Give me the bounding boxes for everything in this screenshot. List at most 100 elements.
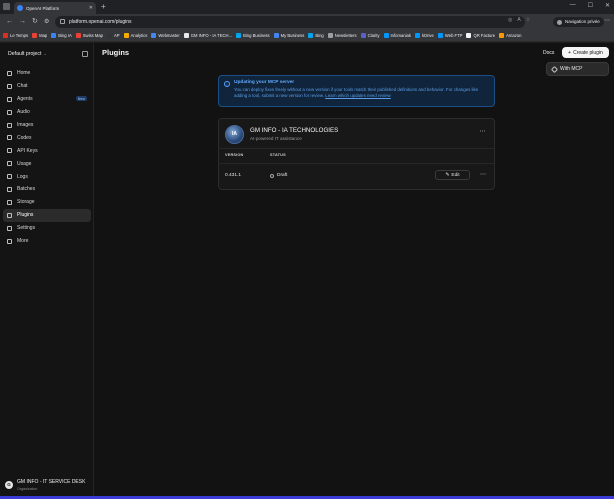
sidebar-item-images[interactable]: Images [3, 119, 91, 132]
bookmark-item[interactable]: My Business [273, 33, 304, 38]
bookmark-item[interactable]: Bing IA [51, 33, 72, 38]
sidebar-item-batches[interactable]: Batches [3, 183, 91, 196]
version-value: 0.431.1 [225, 173, 242, 178]
minimize-icon[interactable]: — [570, 2, 576, 9]
tab-actions-icon[interactable] [3, 3, 10, 10]
sidebar-item-label: Usage [17, 160, 32, 167]
home-icon [7, 71, 12, 76]
reload-icon[interactable]: ↻ [32, 17, 38, 27]
avatar: G [5, 481, 13, 489]
project-selector[interactable]: Default project ⌄ [8, 51, 47, 57]
bookmark-item[interactable]: GM INFO - IA TECH... [183, 33, 233, 38]
bookmark-star-icon[interactable]: ☆ [526, 17, 530, 23]
browser-toolbar: ← → ↻ ⚙ platform.openai.com/plugins ◎ A … [0, 14, 614, 30]
organization-switcher[interactable]: G GM INFO - IT SERVICE DESK Organization [4, 478, 92, 496]
bookmark-favicon-icon [236, 33, 242, 38]
sidebar-item-api-keys[interactable]: API Keys [3, 144, 91, 157]
bookmark-favicon-icon [51, 33, 57, 38]
bookmark-item[interactable]: Bing Business [236, 33, 270, 38]
sidebar-item-label: Plugins [17, 212, 34, 219]
plugin-description: AI-powered IT assistance [250, 136, 302, 141]
sidebar-item-chat[interactable]: Chat [3, 80, 91, 93]
audio-icon [7, 109, 12, 115]
maximize-icon[interactable]: ☐ [588, 2, 593, 9]
tab-openai-platform[interactable]: OpenAI Platform ✕ [14, 2, 96, 14]
bookmark-item[interactable]: Newsletters [327, 33, 357, 38]
bookmarks-bar: Le Temps Map Bing IA Swiss Map AP Analytics We… [0, 30, 614, 42]
openai-favicon-icon [17, 5, 23, 11]
sidebar-item-codex[interactable]: Codex [3, 131, 91, 144]
bookmark-item[interactable]: kDrive [414, 33, 434, 38]
bookmark-favicon-icon [360, 33, 366, 38]
create-plugin-menu-item[interactable]: With MCP [546, 62, 609, 76]
bookmark-favicon-icon [32, 33, 38, 38]
bookmark-label: Infomaniak [390, 33, 411, 38]
sidebar-item-usage[interactable]: Usage [3, 157, 91, 170]
back-icon[interactable]: ← [6, 17, 13, 27]
private-browsing-badge[interactable]: Navigation privée [553, 17, 604, 27]
logs-icon [7, 174, 12, 180]
bookmark-item[interactable]: Map [32, 33, 47, 38]
plugins-icon [7, 212, 12, 218]
sidebar-item-label: API Keys [17, 147, 38, 154]
chat-icon [7, 83, 12, 89]
banner-title: Updating your MCP server [234, 80, 295, 85]
bookmark-favicon-icon [308, 33, 314, 38]
bookmark-item[interactable]: Infomaniak [383, 33, 411, 38]
bookmark-item[interactable]: Le Temps [3, 33, 28, 38]
site-info-icon[interactable]: ⚙ [44, 17, 49, 27]
bookmark-label: kDrive [421, 33, 434, 38]
banner-link[interactable]: Learn which updates need review [325, 93, 390, 98]
browser-menu-icon[interactable]: ⋯ [604, 17, 610, 24]
create-plugin-label: Create plugin [573, 49, 603, 56]
bookmark-favicon-icon [414, 33, 420, 38]
sidebar-item-storage[interactable]: Storage [3, 196, 91, 209]
bookmark-item[interactable]: Swiss Map [75, 33, 103, 38]
bookmark-item[interactable]: Bing [308, 33, 324, 38]
sidebar-item-plugins[interactable]: Plugins [3, 208, 91, 222]
sidebar-item-logs[interactable]: Logs [3, 170, 91, 183]
docs-link[interactable]: Docs [543, 50, 554, 56]
status-badge: Draft [270, 173, 287, 178]
sidebar-item-agents[interactable]: Agents New [3, 93, 91, 106]
bookmark-label: GM INFO - IA TECH... [190, 33, 233, 38]
bookmark-label: Clarity [367, 33, 380, 38]
bookmark-item[interactable]: AP [107, 33, 120, 38]
close-tab-icon[interactable]: ✕ [89, 5, 93, 11]
sidebar-item-settings[interactable]: Settings [3, 222, 91, 235]
new-tab-icon[interactable]: + [101, 2, 106, 12]
edit-label: Edit [451, 172, 460, 178]
sidebar-item-label: Chat [17, 83, 28, 90]
bookmark-favicon-icon [107, 33, 113, 38]
bookmark-item[interactable]: Web FTP [437, 33, 462, 38]
sidebar-toggle-icon[interactable] [82, 51, 88, 57]
tracking-icon[interactable]: ◎ [508, 17, 512, 23]
bookmark-item[interactable]: Analytics [123, 33, 147, 38]
sidebar-nav: Home Chat Agents New Audio Images Codex API Key… [3, 67, 91, 247]
edit-button[interactable]: ✎ Edit [435, 170, 470, 180]
draft-status-icon [270, 173, 274, 178]
version-more-icon[interactable]: ⋯ [480, 171, 486, 178]
incognito-icon [557, 19, 562, 25]
forward-icon[interactable]: → [19, 17, 26, 27]
bookmark-item[interactable]: Webmaster [151, 33, 180, 38]
translate-icon[interactable]: A [517, 17, 520, 23]
chevron-down-icon: ⌄ [43, 51, 47, 56]
bookmark-favicon-icon [151, 33, 157, 38]
bookmark-label: Le Temps [10, 33, 29, 38]
bookmark-item[interactable]: Clarity [360, 33, 380, 38]
divider [219, 148, 494, 149]
plugin-more-icon[interactable]: ⋯ [480, 128, 487, 135]
bookmark-label: AP [114, 33, 120, 38]
bookmark-favicon-icon [183, 33, 189, 38]
more-icon [7, 238, 12, 244]
sidebar-item-home[interactable]: Home [3, 67, 91, 80]
bookmark-item[interactable]: QR Facture [466, 33, 495, 38]
sidebar-item-audio[interactable]: Audio [3, 106, 91, 119]
bookmark-item[interactable]: Amazon [499, 33, 522, 38]
mcp-icon [550, 65, 559, 73]
create-plugin-button[interactable]: + Create plugin [562, 47, 609, 58]
close-window-icon[interactable]: ✕ [605, 2, 610, 9]
address-bar[interactable]: platform.openai.com/plugins [55, 16, 525, 28]
sidebar-item-more[interactable]: More [3, 235, 91, 248]
